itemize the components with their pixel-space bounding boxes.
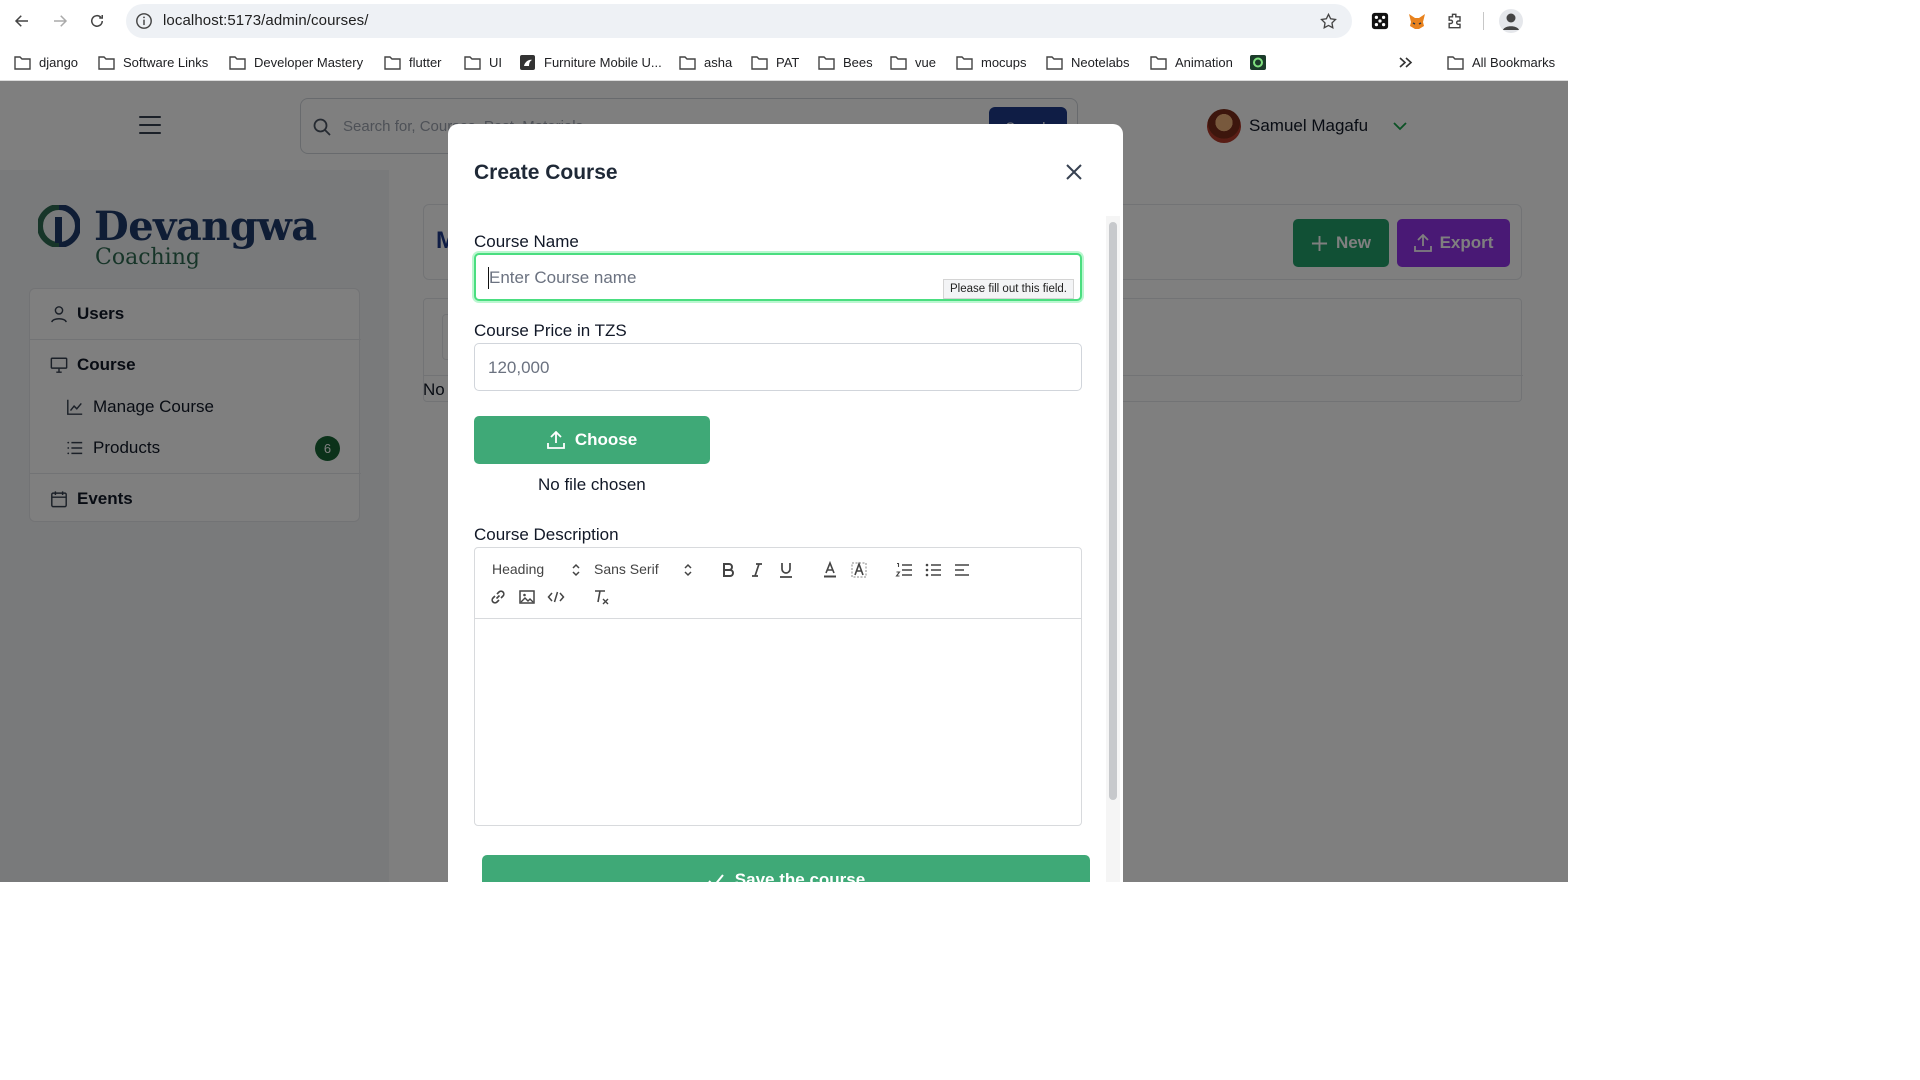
folder-icon [956, 55, 973, 70]
address-bar[interactable]: localhost:5173/admin/courses/ [126, 4, 1352, 38]
site-icon [1250, 54, 1266, 70]
ordered-list-icon[interactable] [894, 560, 914, 580]
code-block-icon[interactable] [546, 587, 566, 607]
modal-title: Create Course [474, 161, 618, 184]
underline-icon[interactable] [776, 560, 796, 580]
bookmark-flutter[interactable]: flutter [384, 52, 442, 72]
folder-icon [679, 55, 696, 70]
toolbar-separator [1483, 12, 1484, 30]
course-price-placeholder: 120,000 [488, 358, 550, 377]
profile-avatar-icon[interactable] [1499, 9, 1523, 33]
bookmark-label: Furniture Mobile U... [544, 54, 662, 70]
choose-button-label: Choose [574, 430, 638, 449]
heading-select[interactable]: Heading [492, 561, 582, 577]
editor-toolbar: Heading Sans Serif [475, 548, 1081, 619]
bookmark-label: mocups [981, 54, 1027, 70]
course-price-label: Course Price in TZS [474, 321, 627, 340]
rich-text-editor: Heading Sans Serif [474, 547, 1082, 826]
all-bookmarks-label: All Bookmarks [1472, 54, 1556, 70]
bookmark-star-icon[interactable] [1318, 11, 1338, 31]
close-icon[interactable] [1064, 162, 1084, 182]
bookmark-pat[interactable]: PAT [751, 52, 799, 72]
upload-icon [546, 431, 565, 449]
folder-icon [229, 55, 246, 70]
save-button-label: Save the course [734, 870, 866, 882]
bookmark-site-green[interactable] [1250, 52, 1267, 72]
folder-icon [1150, 55, 1167, 70]
folder-icon [818, 55, 835, 70]
folder-icon [890, 55, 907, 70]
background-color-icon[interactable] [849, 560, 869, 580]
font-select[interactable]: Sans Serif [594, 561, 694, 577]
bookmark-neotelabs[interactable]: Neotelabs [1046, 52, 1130, 72]
italic-icon[interactable] [747, 560, 767, 580]
extension-fox-icon[interactable] [1406, 10, 1428, 32]
bookmark-label: Bees [843, 54, 873, 70]
folder-icon [14, 55, 31, 70]
bookmark-label: django [39, 54, 79, 70]
forward-icon[interactable] [48, 9, 72, 33]
bookmark-label: flutter [409, 54, 442, 70]
bookmark-animation[interactable]: Animation [1150, 52, 1233, 72]
save-course-button[interactable]: Save the course [482, 855, 1090, 882]
bookmarks-overflow-icon[interactable] [1397, 52, 1414, 72]
course-description-label: Course Description [474, 525, 619, 544]
text-color-icon[interactable] [820, 560, 840, 580]
bookmark-label: asha [704, 54, 733, 70]
align-icon[interactable] [952, 560, 972, 580]
bullet-list-icon[interactable] [923, 560, 943, 580]
image-icon[interactable] [517, 587, 537, 607]
link-icon[interactable] [488, 587, 508, 607]
bookmark-developer-mastery[interactable]: Developer Mastery [229, 52, 363, 72]
bookmarks-bar: django Software Links Developer Mastery … [0, 42, 1568, 81]
folder-icon [751, 55, 768, 70]
course-name-label: Course Name [474, 232, 579, 251]
site-info-icon[interactable] [134, 11, 154, 31]
check-icon [708, 874, 724, 882]
course-name-field[interactable]: Enter Course name Please fill out this f… [474, 253, 1082, 301]
modal-scrollbar[interactable] [1109, 222, 1117, 800]
bookmark-label: Animation [1175, 54, 1233, 70]
create-course-modal: Create Course Course Name Enter Course n… [448, 124, 1123, 882]
bookmark-label: Software Links [123, 54, 209, 70]
select-arrows-icon [684, 563, 692, 577]
back-icon[interactable] [10, 9, 34, 33]
bookmark-mocups[interactable]: mocups [956, 52, 1027, 72]
bookmark-label: Neotelabs [1071, 54, 1130, 70]
extensions-puzzle-icon[interactable] [1444, 10, 1466, 32]
heading-select-label: Heading [492, 561, 545, 577]
folder-icon [464, 55, 481, 70]
folder-icon [98, 55, 115, 70]
reload-icon[interactable] [85, 9, 109, 33]
browser-toolbar: localhost:5173/admin/courses/ [0, 0, 1568, 42]
all-bookmarks[interactable]: All Bookmarks [1447, 52, 1555, 72]
clear-formatting-icon[interactable] [591, 587, 611, 607]
folder-icon [1447, 55, 1464, 70]
bookmark-label: PAT [776, 54, 800, 70]
bookmark-vue[interactable]: vue [890, 52, 936, 72]
file-status-text: No file chosen [538, 475, 646, 494]
url-text: localhost:5173/admin/courses/ [163, 12, 369, 29]
course-name-placeholder: Enter Course name [489, 268, 637, 287]
course-price-field[interactable]: 120,000 [474, 343, 1082, 391]
bookmark-label: vue [915, 54, 936, 70]
bold-icon[interactable] [718, 560, 738, 580]
choose-file-button[interactable]: Choose [474, 416, 710, 464]
extension-dice-icon[interactable] [1369, 10, 1391, 32]
bookmark-django[interactable]: django [14, 52, 78, 72]
bookmark-ui[interactable]: UI [464, 52, 502, 72]
bookmark-label: Developer Mastery [254, 54, 364, 70]
bookmark-label: UI [489, 54, 502, 70]
bookmark-furniture-mobile[interactable]: Furniture Mobile U... [519, 52, 662, 72]
bookmark-bees[interactable]: Bees [818, 52, 873, 72]
font-select-label: Sans Serif [594, 561, 659, 577]
select-arrows-icon [572, 563, 580, 577]
site-icon [520, 54, 535, 70]
bookmark-asha[interactable]: asha [679, 52, 732, 72]
folder-icon [384, 55, 401, 70]
folder-icon [1046, 55, 1063, 70]
validation-tooltip: Please fill out this field. [943, 279, 1074, 299]
bookmark-software-links[interactable]: Software Links [98, 52, 208, 72]
